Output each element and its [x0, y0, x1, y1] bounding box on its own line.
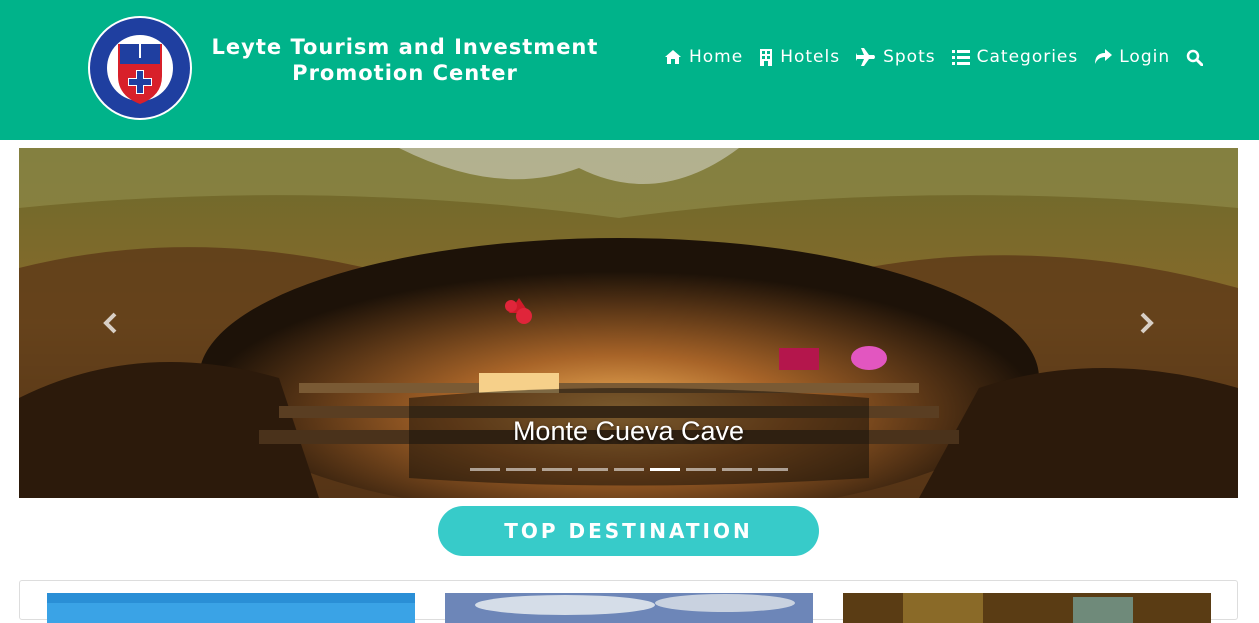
- nav-item-spots[interactable]: Spots: [856, 47, 936, 67]
- hero-carousel[interactable]: Monte Cueva Cave: [19, 148, 1238, 498]
- nav-item-label: Spots: [883, 47, 936, 67]
- nav-item-hotels[interactable]: Hotels: [759, 47, 840, 67]
- carousel-indicator[interactable]: [614, 468, 644, 471]
- main-nav: Home Hotels Spots Categories Login: [664, 44, 1204, 70]
- carousel-indicator[interactable]: [722, 468, 752, 471]
- plane-icon: [856, 48, 876, 66]
- chevron-right-icon: [1140, 312, 1154, 334]
- home-icon: [665, 50, 681, 64]
- destination-thumbnail[interactable]: [445, 593, 813, 623]
- destination-thumbnail[interactable]: [843, 593, 1211, 623]
- slide-caption: Monte Cueva Cave: [512, 416, 745, 446]
- nav-item-label: Hotels: [780, 47, 841, 67]
- carousel-indicators: [470, 468, 794, 471]
- list-icon: [951, 49, 970, 65]
- destinations-panel: [19, 580, 1238, 623]
- carousel-indicator[interactable]: [578, 468, 608, 471]
- carousel-indicator[interactable]: [758, 468, 788, 471]
- carousel-indicator[interactable]: [686, 468, 716, 471]
- carousel-next-button[interactable]: [1132, 308, 1162, 338]
- search-button[interactable]: [1186, 49, 1204, 66]
- nav-item-home[interactable]: Home: [664, 47, 743, 67]
- share-icon: [1095, 49, 1113, 64]
- carousel-indicator[interactable]: [506, 468, 536, 471]
- site-header: Leyte Tourism and Investment Promotion C…: [0, 0, 1259, 140]
- nav-item-label: Home: [689, 47, 744, 67]
- destination-thumbnail[interactable]: [47, 593, 415, 623]
- site-brand-title[interactable]: Leyte Tourism and Investment Promotion C…: [210, 34, 600, 86]
- brand-line-2: Promotion Center: [292, 61, 518, 85]
- chevron-left-icon: [103, 312, 117, 334]
- nav-item-label: Categories: [976, 47, 1079, 67]
- carousel-indicator[interactable]: [542, 468, 572, 471]
- building-icon: [760, 48, 773, 66]
- carousel-indicator[interactable]: [470, 468, 500, 471]
- nav-item-login[interactable]: Login: [1094, 47, 1170, 67]
- nav-item-categories[interactable]: Categories: [951, 47, 1079, 67]
- province-seal-logo[interactable]: [86, 14, 194, 122]
- nav-item-label: Login: [1119, 47, 1171, 67]
- brand-line-1: Leyte Tourism and Investment: [211, 35, 599, 59]
- top-destination-button[interactable]: TOP DESTINATION: [438, 506, 819, 556]
- carousel-indicator-active[interactable]: [650, 468, 680, 471]
- search-icon: [1186, 49, 1204, 66]
- carousel-prev-button[interactable]: [95, 308, 125, 338]
